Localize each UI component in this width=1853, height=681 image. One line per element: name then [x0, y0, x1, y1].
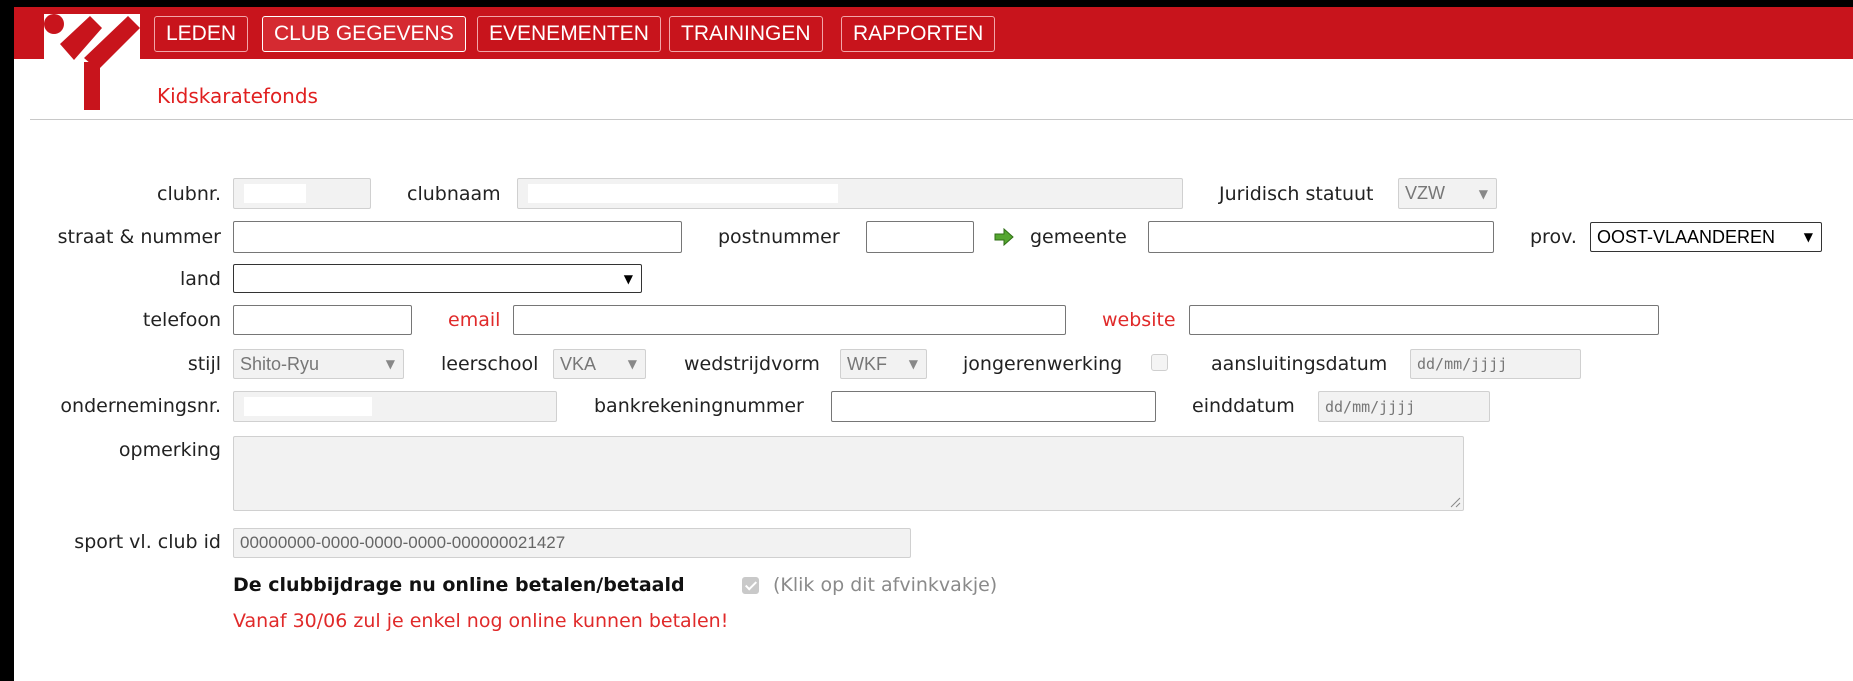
nav-trainingen[interactable]: TRAININGEN [669, 16, 823, 52]
website-field[interactable] [1189, 305, 1659, 335]
telefoon-label: telefoon [142, 309, 221, 331]
postnummer-field[interactable] [866, 221, 974, 253]
postnummer-label: postnummer [718, 226, 840, 248]
sportvl-club-id-label: sport vl. club id [74, 531, 221, 553]
aansluitingsdatum-label: aansluitingsdatum [1211, 353, 1388, 375]
juridisch-statuut-label: Juridisch statuut [1219, 183, 1374, 205]
leerschool-value: VKA [560, 353, 597, 374]
aansluitingsdatum-placeholder: dd/mm/jjjj [1417, 355, 1508, 373]
bankrekeningnummer-field[interactable] [831, 391, 1156, 422]
jongerenwerking-checkbox[interactable] [1151, 354, 1168, 371]
online-payment-label: De clubbijdrage nu online betalen/betaal… [233, 574, 685, 596]
nav-rapporten[interactable]: RAPPORTEN [841, 16, 996, 52]
telefoon-field[interactable] [233, 305, 412, 335]
opmerking-label: opmerking [118, 439, 221, 461]
clubnaam-label: clubnaam [407, 183, 501, 205]
email-label: email [448, 309, 501, 331]
juridisch-statuut-select[interactable]: VZW ▼ [1398, 178, 1497, 209]
nav-evenementen[interactable]: EVENEMENTEN [477, 16, 661, 52]
nav-leden[interactable]: LEDEN [154, 16, 249, 52]
chevron-down-icon: ▼ [385, 357, 395, 371]
sportvl-club-id-value: 00000000-0000-0000-0000-000000021427 [240, 533, 566, 552]
aansluitingsdatum-field[interactable]: dd/mm/jjjj [1410, 349, 1581, 379]
leerschool-label: leerschool [441, 353, 539, 375]
clubnr-field[interactable] [233, 178, 371, 209]
provincie-value: OOST-VLAANDEREN [1597, 226, 1776, 247]
resize-handle-icon[interactable] [1449, 496, 1461, 508]
arrow-right-icon[interactable] [994, 228, 1014, 246]
club-name-subtitle: Kidskaratefonds [157, 84, 318, 108]
online-payment-hint: (Klik op dit afvinkvakje) [773, 574, 998, 596]
einddatum-field[interactable]: dd/mm/jjjj [1318, 391, 1490, 422]
ondernemingsnr-label: ondernemingsnr. [60, 395, 221, 417]
website-label: website [1102, 309, 1176, 331]
chevron-down-icon: ▼ [627, 357, 637, 371]
einddatum-label: einddatum [1192, 395, 1295, 417]
stijl-value: Shito-Ryu [240, 353, 320, 374]
ondernemingsnr-field[interactable] [233, 391, 557, 422]
chevron-down-icon: ▼ [908, 357, 918, 371]
online-payment-warning: Vanaf 30/06 zul je enkel nog online kunn… [233, 610, 729, 632]
nav-club-gegevens[interactable]: CLUB GEGEVENS [262, 16, 466, 52]
online-payment-checkbox[interactable] [742, 577, 759, 594]
land-label: land [179, 268, 221, 290]
provincie-label: prov. [1530, 226, 1577, 248]
email-field[interactable] [513, 305, 1066, 335]
opmerking-textarea[interactable] [233, 436, 1464, 511]
chevron-down-icon: ▼ [623, 271, 633, 286]
club-logo [44, 14, 140, 110]
wedstrijdvorm-value: WKF [847, 353, 887, 374]
clubnaam-field[interactable] [517, 178, 1183, 209]
chevron-down-icon: ▼ [1803, 230, 1813, 244]
straat-nummer-field[interactable] [233, 221, 682, 253]
divider [30, 119, 1853, 120]
leerschool-select[interactable]: VKA ▼ [553, 349, 646, 379]
provincie-select[interactable]: OOST-VLAANDEREN ▼ [1590, 222, 1822, 252]
bankrekeningnummer-label: bankrekeningnummer [594, 395, 804, 417]
wedstrijdvorm-select[interactable]: WKF ▼ [840, 349, 927, 379]
jongerenwerking-label: jongerenwerking [963, 353, 1123, 375]
straat-nummer-label: straat & nummer [57, 226, 221, 248]
einddatum-placeholder: dd/mm/jjjj [1325, 397, 1416, 416]
wedstrijdvorm-label: wedstrijdvorm [684, 353, 820, 375]
chevron-down-icon: ▼ [1478, 186, 1488, 201]
land-select[interactable]: ▼ [233, 264, 642, 293]
clubnr-label: clubnr. [157, 183, 221, 205]
stijl-label: stijl [187, 353, 221, 375]
stijl-select[interactable]: Shito-Ryu ▼ [233, 349, 404, 379]
juridisch-statuut-value: VZW [1405, 183, 1445, 203]
sportvl-club-id-field[interactable]: 00000000-0000-0000-0000-000000021427 [233, 528, 911, 558]
gemeente-label: gemeente [1030, 226, 1127, 248]
gemeente-field[interactable] [1148, 221, 1494, 253]
